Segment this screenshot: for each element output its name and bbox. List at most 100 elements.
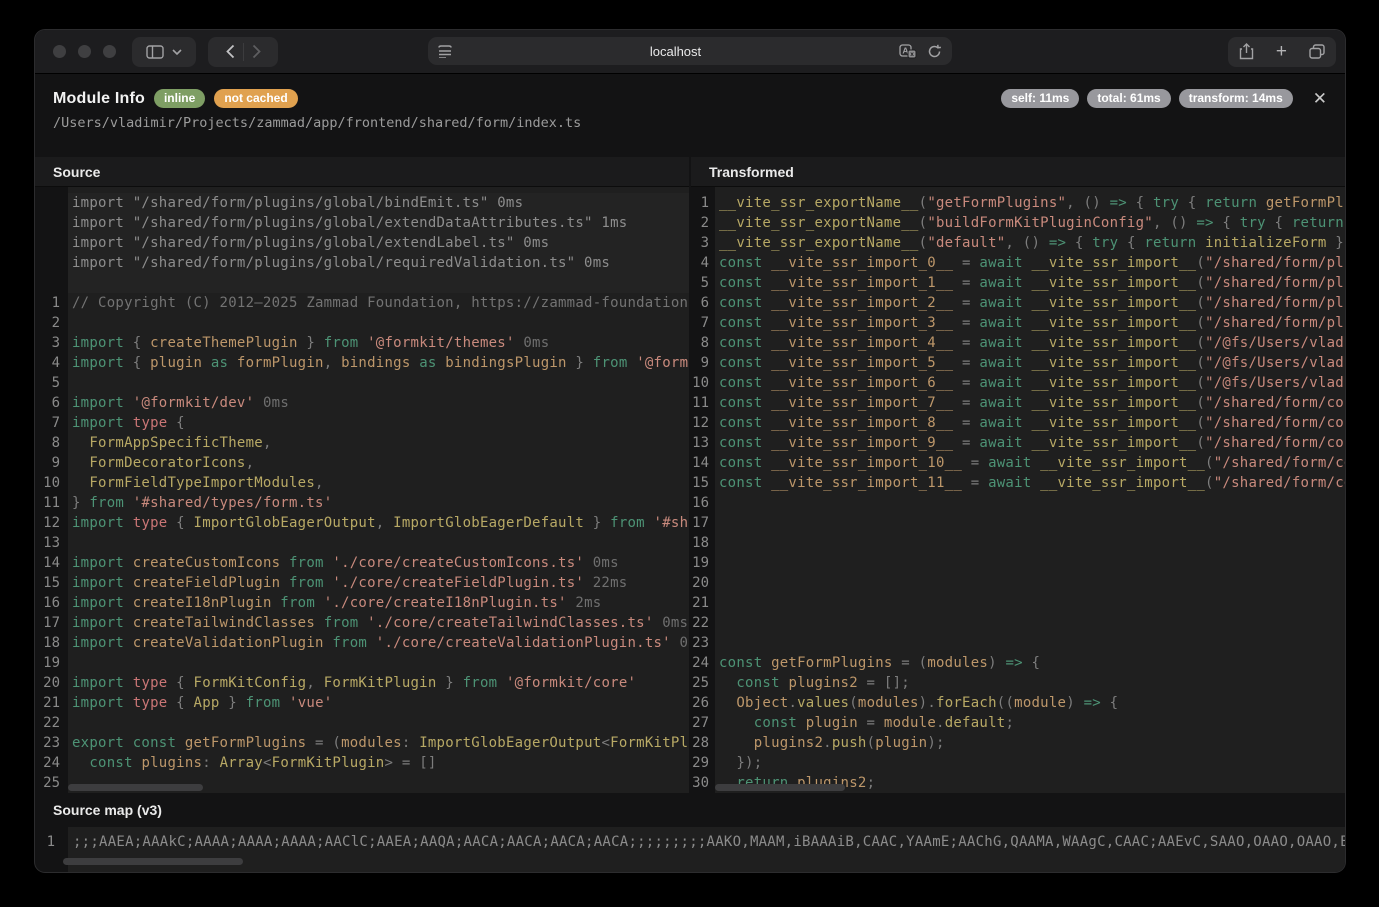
timing-badge: total: 61ms bbox=[1087, 89, 1170, 108]
zoom-window-button[interactable] bbox=[103, 45, 116, 58]
sourcemap-line: 1 ;;;AAEA;AAAkC;AAAA;AAAA;AAAA;AAClC;AAE… bbox=[35, 832, 1345, 852]
code-line: 4const __vite_ssr_import_0__ = await __v… bbox=[691, 253, 1345, 273]
chevron-down-icon bbox=[172, 49, 182, 55]
tab-overview-icon[interactable] bbox=[1309, 44, 1325, 59]
timing-badge: transform: 14ms bbox=[1179, 89, 1293, 108]
code-line: 24 const plugins: Array<FormKitPlugin> =… bbox=[35, 753, 689, 773]
sourcemap-box[interactable]: 1 ;;;AAEA;AAAkC;AAAA;AAAA;AAAA;AAClC;AAE… bbox=[35, 827, 1345, 872]
source-code-area[interactable]: import "/shared/form/plugins/global/bind… bbox=[35, 187, 689, 793]
code-line: 3__vite_ssr_exportName__("default", () =… bbox=[691, 233, 1345, 253]
code-line: 14const __vite_ssr_import_10__ = await _… bbox=[691, 453, 1345, 473]
forward-button[interactable] bbox=[252, 44, 261, 59]
code-line: 15import createFieldPlugin from './core/… bbox=[35, 573, 689, 593]
code-line: 23 bbox=[691, 633, 1345, 653]
transformed-hscrollbar-thumb[interactable] bbox=[715, 784, 845, 791]
reader-mode-icon[interactable] bbox=[438, 45, 452, 58]
sourcemap-title: Source map (v3) bbox=[53, 802, 162, 818]
code-line: 20import type { FormKitConfig, FormKitPl… bbox=[35, 673, 689, 693]
timing-badge: self: 11ms bbox=[1001, 89, 1079, 108]
code-line: 25 const plugins2 = []; bbox=[691, 673, 1345, 693]
code-line: 6import '@formkit/dev' 0ms bbox=[35, 393, 689, 413]
code-line: 16 bbox=[691, 493, 1345, 513]
reload-icon[interactable] bbox=[927, 44, 942, 59]
code-line: 18 bbox=[691, 533, 1345, 553]
timing-metrics: self: 11ms total: 61ms transform: 14ms bbox=[1001, 89, 1292, 108]
code-line: 13const __vite_ssr_import_9__ = await __… bbox=[691, 433, 1345, 453]
sidebar-toggle-button[interactable] bbox=[132, 37, 196, 67]
code-line: 28 plugins2.push(plugin); bbox=[691, 733, 1345, 753]
code-line: 20 bbox=[691, 573, 1345, 593]
code-line bbox=[35, 273, 689, 293]
code-line: 12const __vite_ssr_import_8__ = await __… bbox=[691, 413, 1345, 433]
back-button[interactable] bbox=[226, 44, 235, 59]
code-line: 3import { createThemePlugin } from '@for… bbox=[35, 333, 689, 353]
code-line: 21 bbox=[691, 593, 1345, 613]
code-line: 26 Object.values(modules).forEach((modul… bbox=[691, 693, 1345, 713]
code-line: 29 }); bbox=[691, 753, 1345, 773]
code-line: 5 bbox=[35, 373, 689, 393]
code-line: 17import createTailwindClasses from './c… bbox=[35, 613, 689, 633]
transformed-code-area[interactable]: 1__vite_ssr_exportName__("getFormPlugins… bbox=[691, 187, 1345, 793]
transformed-panel: Transformed 1__vite_ssr_exportName__("ge… bbox=[691, 157, 1345, 793]
code-line: 15const __vite_ssr_import_11__ = await _… bbox=[691, 473, 1345, 493]
source-panel-header: Source bbox=[35, 157, 689, 187]
code-line: 19 bbox=[691, 553, 1345, 573]
traffic-lights bbox=[53, 45, 116, 58]
minimize-window-button[interactable] bbox=[78, 45, 91, 58]
navigation-buttons bbox=[208, 37, 278, 67]
sourcemap-header: Source map (v3) bbox=[35, 793, 1345, 827]
module-path: /Users/vladimir/Projects/zammad/app/fron… bbox=[53, 115, 1327, 131]
url-text[interactable]: localhost bbox=[452, 44, 899, 59]
address-bar[interactable]: localhost A x bbox=[428, 37, 952, 65]
code-line: 22 bbox=[35, 713, 689, 733]
code-line: 2 bbox=[35, 313, 689, 333]
code-line: 16import createI18nPlugin from './core/c… bbox=[35, 593, 689, 613]
code-line: 4import { plugin as formPlugin, bindings… bbox=[35, 353, 689, 373]
code-line: 7const __vite_ssr_import_3__ = await __v… bbox=[691, 313, 1345, 333]
code-line: 5const __vite_ssr_import_1__ = await __v… bbox=[691, 273, 1345, 293]
code-line: 8 FormAppSpecificTheme, bbox=[35, 433, 689, 453]
close-icon[interactable]: ✕ bbox=[1313, 90, 1327, 107]
svg-text:x: x bbox=[910, 51, 914, 58]
code-line: 11const __vite_ssr_import_7__ = await __… bbox=[691, 393, 1345, 413]
code-line: 18import createValidationPlugin from './… bbox=[35, 633, 689, 653]
close-window-button[interactable] bbox=[53, 45, 66, 58]
code-line: 23export const getFormPlugins = (modules… bbox=[35, 733, 689, 753]
status-badge: not cached bbox=[214, 89, 297, 108]
code-line: 12import type { ImportGlobEagerOutput, I… bbox=[35, 513, 689, 533]
code-line: 19 bbox=[35, 653, 689, 673]
code-line: 7import type { bbox=[35, 413, 689, 433]
browser-window: localhost A x bbox=[35, 30, 1345, 872]
code-line: 27 const plugin = module.default; bbox=[691, 713, 1345, 733]
source-hscrollbar-thumb[interactable] bbox=[68, 784, 203, 791]
code-line: 1__vite_ssr_exportName__("getFormPlugins… bbox=[691, 193, 1345, 213]
source-panel-title: Source bbox=[53, 164, 100, 180]
code-line: 14import createCustomIcons from './core/… bbox=[35, 553, 689, 573]
code-line: import "/shared/form/plugins/global/exte… bbox=[35, 213, 689, 233]
code-line: import "/shared/form/plugins/global/bind… bbox=[35, 193, 689, 213]
sidebar-icon bbox=[146, 45, 164, 59]
code-line: 22 bbox=[691, 613, 1345, 633]
sourcemap-line-number: 1 bbox=[35, 832, 65, 852]
code-line: import "/shared/form/plugins/global/exte… bbox=[35, 233, 689, 253]
status-badges: inlinenot cached bbox=[145, 89, 298, 108]
toolbar-right-buttons: + bbox=[1228, 37, 1336, 67]
new-tab-button[interactable]: + bbox=[1276, 42, 1287, 61]
module-info-header: Module Info inlinenot cached self: 11ms t… bbox=[35, 74, 1345, 157]
code-line: 6const __vite_ssr_import_2__ = await __v… bbox=[691, 293, 1345, 313]
code-line: 2__vite_ssr_exportName__("buildFormKitPl… bbox=[691, 213, 1345, 233]
code-panels: Source import "/shared/form/plugins/glob… bbox=[35, 157, 1345, 793]
code-line: 11} from '#shared/types/form.ts' bbox=[35, 493, 689, 513]
code-line: 1// Copyright (C) 2012–2025 Zammad Found… bbox=[35, 293, 689, 313]
page-title: Module Info bbox=[53, 90, 145, 108]
code-line: 10 FormFieldTypeImportModules, bbox=[35, 473, 689, 493]
code-line: 17 bbox=[691, 513, 1345, 533]
code-line: 9 FormDecoratorIcons, bbox=[35, 453, 689, 473]
code-line: 24const getFormPlugins = (modules) => { bbox=[691, 653, 1345, 673]
code-line: 13 bbox=[35, 533, 689, 553]
translate-icon[interactable]: A x bbox=[899, 44, 917, 59]
nav-divider bbox=[243, 43, 244, 61]
share-icon[interactable] bbox=[1239, 43, 1254, 60]
code-line: 9const __vite_ssr_import_5__ = await __v… bbox=[691, 353, 1345, 373]
sourcemap-hscrollbar-thumb[interactable] bbox=[63, 858, 243, 865]
